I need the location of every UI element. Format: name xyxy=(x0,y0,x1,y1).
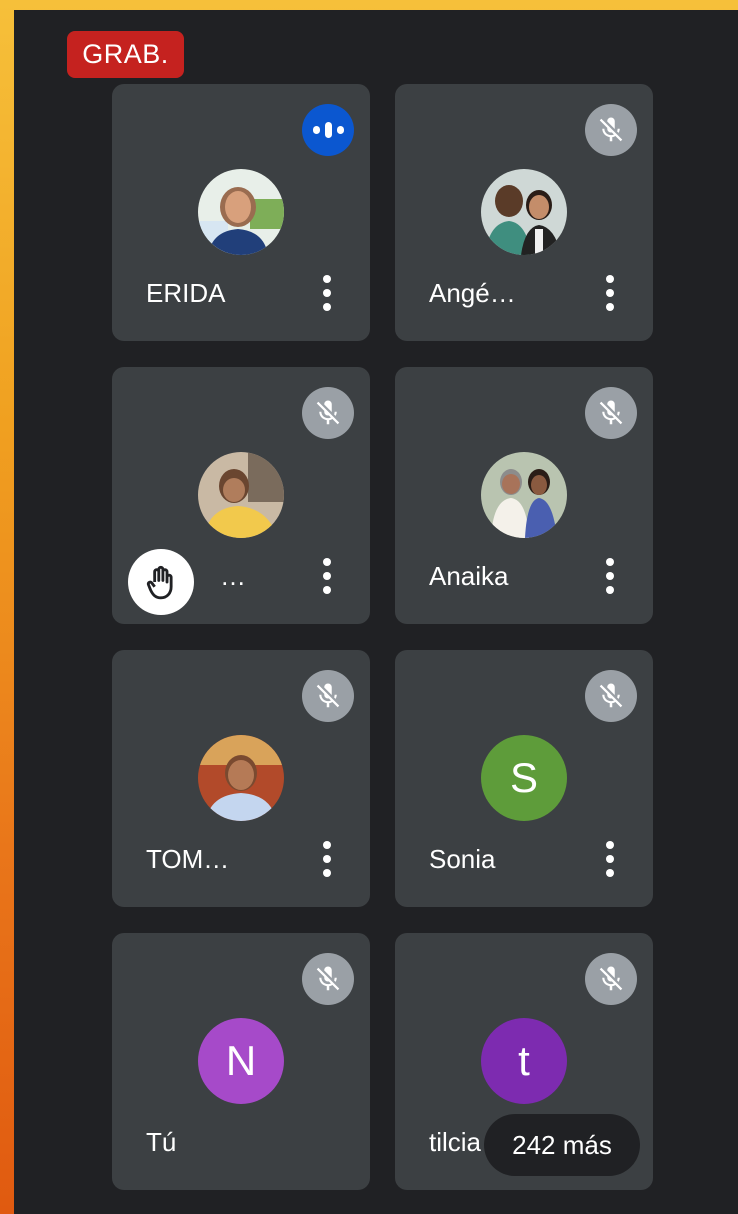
participant-initial-avatar: t xyxy=(481,1018,567,1104)
participant-name: ERIDA xyxy=(146,278,226,308)
mic-off-icon xyxy=(585,104,637,156)
participant-tile[interactable]: Angé… xyxy=(395,84,653,341)
participant-name: Tú xyxy=(146,1127,177,1157)
participant-tile[interactable]: S Sonia xyxy=(395,650,653,907)
participant-name: Angé… xyxy=(429,278,516,308)
more-vert-icon[interactable] xyxy=(320,275,334,311)
participant-name: … xyxy=(220,561,246,591)
more-vert-icon[interactable] xyxy=(603,558,617,594)
mic-off-icon xyxy=(302,953,354,1005)
mic-off-icon xyxy=(585,670,637,722)
more-participants-button[interactable]: 242 más xyxy=(484,1114,640,1176)
participant-avatar xyxy=(481,169,567,255)
participant-name: tilcia xyxy=(429,1127,482,1157)
raised-hand-icon xyxy=(128,549,194,615)
participant-avatar xyxy=(198,452,284,538)
more-vert-icon[interactable] xyxy=(603,841,617,877)
recording-badge: GRAB. xyxy=(67,31,184,78)
more-vert-icon[interactable] xyxy=(320,558,334,594)
mic-off-icon xyxy=(302,670,354,722)
participant-initial-avatar: S xyxy=(481,735,567,821)
participant-avatar xyxy=(481,452,567,538)
participant-initial-avatar: N xyxy=(198,1018,284,1104)
participant-tile[interactable]: N Tú xyxy=(112,933,370,1190)
participant-avatar xyxy=(198,735,284,821)
participant-tile[interactable]: TOM… xyxy=(112,650,370,907)
participant-tile[interactable]: Anaika xyxy=(395,367,653,624)
more-vert-icon[interactable] xyxy=(603,275,617,311)
participant-tile[interactable]: ERIDA xyxy=(112,84,370,341)
mic-off-icon xyxy=(585,387,637,439)
more-vert-icon[interactable] xyxy=(320,841,334,877)
mic-off-icon xyxy=(302,387,354,439)
audio-level-icon xyxy=(302,104,354,156)
mic-off-icon xyxy=(585,953,637,1005)
participant-name: Anaika xyxy=(429,561,509,591)
meeting-screen: GRAB. ERIDA Angé… … Anaika TOM… S Sonia … xyxy=(14,10,738,1214)
participant-name: TOM… xyxy=(146,844,230,874)
participant-avatar xyxy=(198,169,284,255)
participant-tile[interactable]: … xyxy=(112,367,370,624)
participant-name: Sonia xyxy=(429,844,496,874)
